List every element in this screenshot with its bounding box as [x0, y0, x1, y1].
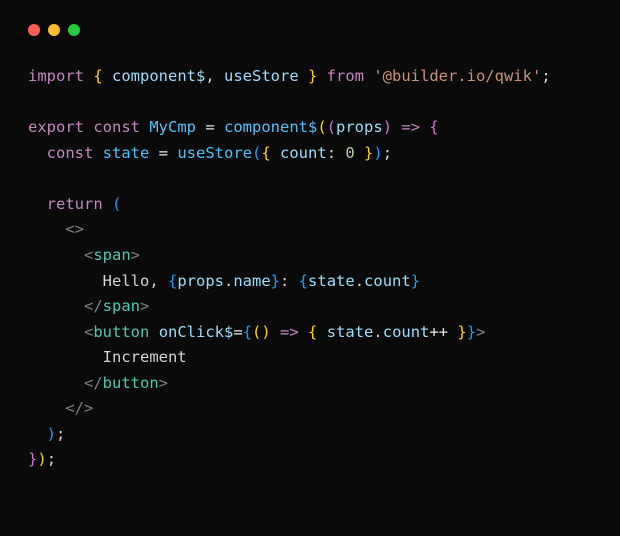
jsx-expr-brace: }	[467, 323, 476, 341]
jsx-expr-brace: }	[411, 272, 420, 290]
comma: ,	[205, 67, 224, 85]
jsx-text: Increment	[103, 348, 187, 366]
operator: =	[233, 323, 242, 341]
jsx-fragment-close: </>	[65, 399, 93, 417]
paren: (	[252, 323, 261, 341]
jsx-tag: button	[93, 323, 149, 341]
minimize-icon[interactable]	[48, 24, 60, 36]
brace: }	[448, 323, 467, 341]
angle-bracket: >	[159, 374, 168, 392]
number-literal: 0	[345, 144, 354, 162]
semicolon: ;	[47, 450, 56, 468]
operator: =	[196, 118, 224, 136]
paren: )	[383, 118, 392, 136]
identifier: state	[327, 323, 374, 341]
jsx-expr-brace: {	[243, 323, 252, 341]
angle-bracket: </	[84, 297, 103, 315]
jsx-expr-brace: }	[271, 272, 280, 290]
property: count	[364, 272, 411, 290]
identifier: component$	[112, 67, 205, 85]
keyword-const: const	[84, 118, 149, 136]
jsx-text: :	[280, 272, 299, 290]
semicolon: ;	[541, 67, 550, 85]
brace: }	[299, 67, 327, 85]
function-call: useStore	[177, 144, 252, 162]
identifier: MyCmp	[149, 118, 196, 136]
arrow: =>	[392, 118, 429, 136]
property-key: count	[280, 144, 327, 162]
jsx-expr-brace: {	[168, 272, 177, 290]
maximize-icon[interactable]	[68, 24, 80, 36]
identifier: props	[177, 272, 224, 290]
operator: =	[149, 144, 177, 162]
jsx-tag: span	[103, 297, 140, 315]
jsx-attribute: onClick$	[159, 323, 234, 341]
paren: )	[47, 425, 56, 443]
angle-bracket: >	[131, 246, 140, 264]
keyword-const: const	[47, 144, 103, 162]
paren: )	[37, 450, 46, 468]
paren: (	[327, 118, 336, 136]
jsx-text: Hello,	[103, 272, 168, 290]
code-block: import { component$, useStore } from '@b…	[28, 64, 592, 473]
angle-bracket: <	[84, 246, 93, 264]
angle-bracket: >	[476, 323, 485, 341]
brace: {	[261, 144, 280, 162]
semicolon: ;	[56, 425, 65, 443]
identifier: state	[308, 272, 355, 290]
operator: ++	[429, 323, 448, 341]
semicolon: ;	[383, 144, 392, 162]
keyword-import: import	[28, 67, 84, 85]
code-window: import { component$, useStore } from '@b…	[0, 0, 620, 497]
brace: {	[84, 67, 112, 85]
window-controls	[28, 24, 592, 36]
keyword-export: export	[28, 118, 84, 136]
angle-bracket: </	[84, 374, 103, 392]
brace: }	[28, 450, 37, 468]
jsx-tag: button	[103, 374, 159, 392]
paren: )	[373, 144, 382, 162]
string-literal: '@builder.io/qwik'	[373, 67, 541, 85]
angle-bracket: >	[140, 297, 149, 315]
jsx-expr-brace: {	[299, 272, 308, 290]
param: props	[336, 118, 383, 136]
paren: (	[252, 144, 261, 162]
keyword-return: return	[47, 195, 103, 213]
paren: (	[112, 195, 121, 213]
function-call: component$	[224, 118, 317, 136]
property: count	[383, 323, 430, 341]
arrow: =>	[271, 323, 308, 341]
paren: )	[261, 323, 270, 341]
brace: {	[308, 323, 327, 341]
close-icon[interactable]	[28, 24, 40, 36]
brace: }	[355, 144, 374, 162]
angle-bracket: <	[84, 323, 93, 341]
identifier: useStore	[224, 67, 299, 85]
jsx-tag: span	[93, 246, 130, 264]
colon: :	[327, 144, 346, 162]
jsx-fragment-open: <>	[65, 220, 84, 238]
property: name	[233, 272, 270, 290]
identifier: state	[103, 144, 150, 162]
paren: (	[317, 118, 326, 136]
keyword-from: from	[327, 67, 364, 85]
brace: {	[429, 118, 438, 136]
